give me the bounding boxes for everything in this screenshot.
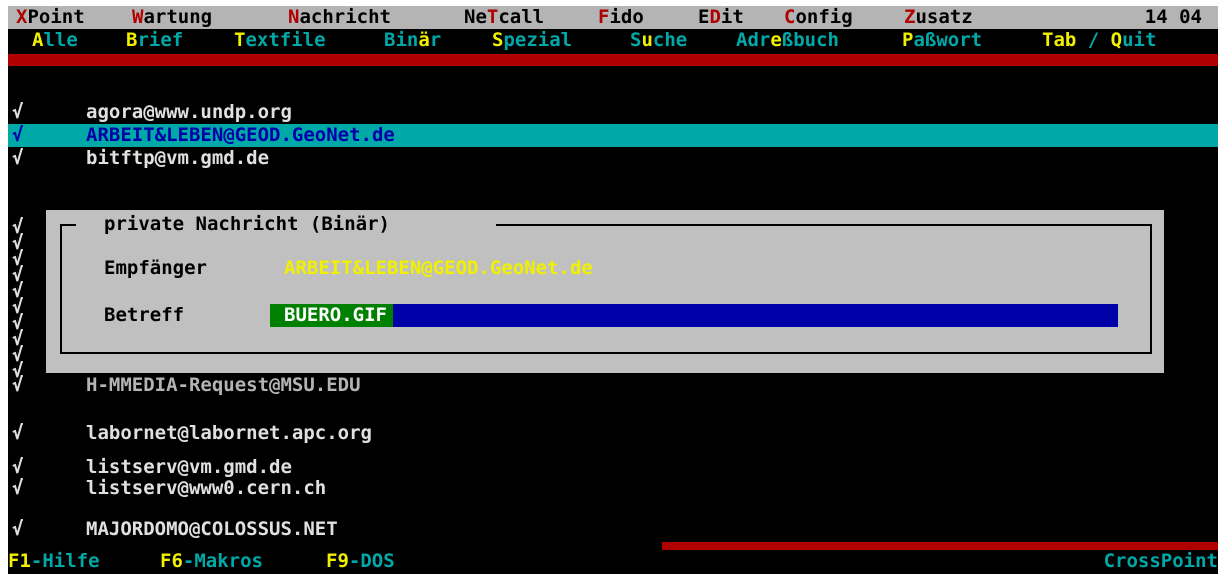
address-text: MAJORDOMO@COLOSSUS.NET (86, 518, 338, 540)
dialog-title: private Nachricht (Binär) (104, 213, 390, 235)
submenu-spezial[interactable]: Spezial (492, 29, 572, 52)
message-dialog: private Nachricht (Binär) Empfänger ARBE… (46, 210, 1164, 373)
list-item[interactable]: √ H-MMEDIA-Request@MSU.EDU (8, 374, 1218, 397)
submenu-brief[interactable]: Brief (126, 29, 183, 52)
terminal-window: XPoint Wartung Nachricht NeTcall Fido ED… (8, 6, 1218, 574)
dos-screen: XPoint Wartung Nachricht NeTcall Fido ED… (0, 0, 1222, 578)
check-icon: √ (12, 422, 24, 444)
dialog-frame-top (496, 224, 1150, 226)
address-text: H-MMEDIA-Request@MSU.EDU (86, 374, 361, 396)
address-text: listserv@vm.gmd.de (86, 456, 292, 478)
check-icon: √ (12, 101, 24, 123)
f9-dos-key[interactable]: F9-DOS (326, 550, 395, 573)
submenu-textfile[interactable]: Textfile (234, 29, 326, 52)
menu-bar: XPoint Wartung Nachricht NeTcall Fido ED… (8, 6, 1218, 29)
red-divider (662, 542, 1218, 550)
menu-fido[interactable]: Fido (598, 6, 644, 29)
subject-value: BUERO.GIF (270, 304, 393, 327)
clock: 14 04 (1144, 6, 1202, 28)
check-icon: √ (12, 518, 24, 540)
menu-config[interactable]: Config (784, 6, 853, 29)
f6-macros-key[interactable]: F6-Makros (160, 550, 263, 573)
submenu-adressbuch[interactable]: Adreßbuch (736, 29, 839, 52)
address-text: ARBEIT&LEBEN@GEOD.GeoNet.de (86, 124, 395, 146)
address-text: bitftp@vm.gmd.de (86, 147, 270, 169)
dialog-frame-top (60, 224, 76, 226)
check-icon: √ (12, 477, 24, 499)
submenu-alle[interactable]: Alle (32, 29, 78, 52)
subject-label: Betreff (104, 304, 185, 326)
check-icon: √ (12, 147, 24, 169)
check-icon: √ (12, 456, 24, 478)
f1-help-key[interactable]: F1-Hilfe (8, 550, 100, 573)
list-item-selected[interactable]: √ ARBEIT&LEBEN@GEOD.GeoNet.de (8, 124, 1218, 147)
submenu-suche[interactable]: Suche (630, 29, 687, 52)
list-item[interactable]: √ labornet@labornet.apc.org (8, 422, 1218, 445)
menu-xpoint[interactable]: XPoint (16, 6, 85, 29)
dialog-frame (60, 224, 1152, 354)
red-divider (8, 54, 1218, 66)
recipient-label: Empfänger (104, 257, 207, 279)
dialog-shadow (1164, 220, 1174, 383)
list-item[interactable]: √ agora@www.undp.org (8, 101, 1218, 124)
address-text: agora@www.undp.org (86, 101, 292, 123)
submenu-binaer[interactable]: Binär (384, 29, 441, 52)
list-item[interactable]: √ bitftp@vm.gmd.de (8, 147, 1218, 170)
menu-nachricht[interactable]: Nachricht (288, 6, 391, 29)
status-bar: F1-Hilfe F6-Makros F9-DOS CrossPoint (8, 550, 1218, 573)
check-icon: √ (12, 124, 24, 146)
menu-wartung[interactable]: Wartung (132, 6, 212, 29)
submenu-tab-quit[interactable]: Tab / Quit (1042, 29, 1156, 52)
menu-netcall[interactable]: NeTcall (464, 6, 544, 29)
list-item[interactable]: √ MAJORDOMO@COLOSSUS.NET (8, 518, 1218, 541)
list-item[interactable]: √ listserv@vm.gmd.de (8, 456, 1218, 479)
check-icon: √ (12, 374, 24, 396)
address-text: labornet@labornet.apc.org (86, 422, 372, 444)
recipient-value[interactable]: ARBEIT&LEBEN@GEOD.GeoNet.de (284, 257, 593, 280)
address-text: listserv@www0.cern.ch (86, 477, 327, 499)
brand-label: CrossPoint (1103, 550, 1218, 572)
subject-input[interactable]: BUERO.GIF (270, 304, 1118, 327)
menu-edit[interactable]: EDit (698, 6, 744, 29)
list-item[interactable]: √ listserv@www0.cern.ch (8, 477, 1218, 500)
sub-menu-bar: Alle Brief Textfile Binär Spezial Suche … (8, 29, 1218, 52)
menu-zusatz[interactable]: Zusatz (904, 6, 973, 29)
submenu-passwort[interactable]: Paßwort (902, 29, 982, 52)
